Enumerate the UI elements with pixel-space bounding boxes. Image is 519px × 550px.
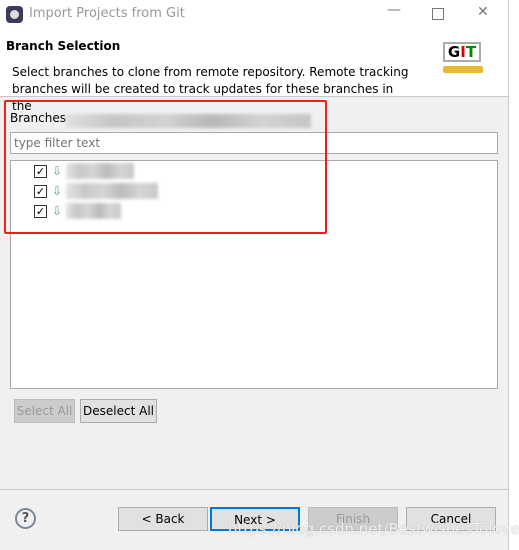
import-dialog: Import Projects from Git — ✕ Branch Sele…: [0, 0, 519, 550]
minimize-icon[interactable]: —: [387, 2, 401, 18]
eclipse-icon: [6, 6, 23, 23]
divider: [0, 489, 508, 490]
background-window: [508, 0, 519, 550]
deselect-all-button[interactable]: Deselect All: [80, 399, 157, 423]
maximize-icon[interactable]: [432, 8, 444, 20]
back-button[interactable]: < Back: [118, 507, 208, 531]
wizard-header: Branch Selection Select branches to clon…: [0, 30, 508, 113]
git-pipe-graphic: [443, 66, 483, 73]
select-all-button[interactable]: Select All: [14, 399, 75, 423]
watermark: https://blog.csdn.net/BestwishesTolover: [228, 520, 519, 538]
highlight-annotation: [4, 100, 327, 234]
git-logo: GIT: [443, 42, 481, 62]
page-title: Branch Selection: [6, 39, 121, 53]
title-bar: Import Projects from Git — ✕: [0, 0, 508, 30]
window-title: Import Projects from Git: [29, 6, 185, 21]
close-icon[interactable]: ✕: [477, 4, 489, 20]
help-icon[interactable]: ?: [15, 508, 36, 529]
